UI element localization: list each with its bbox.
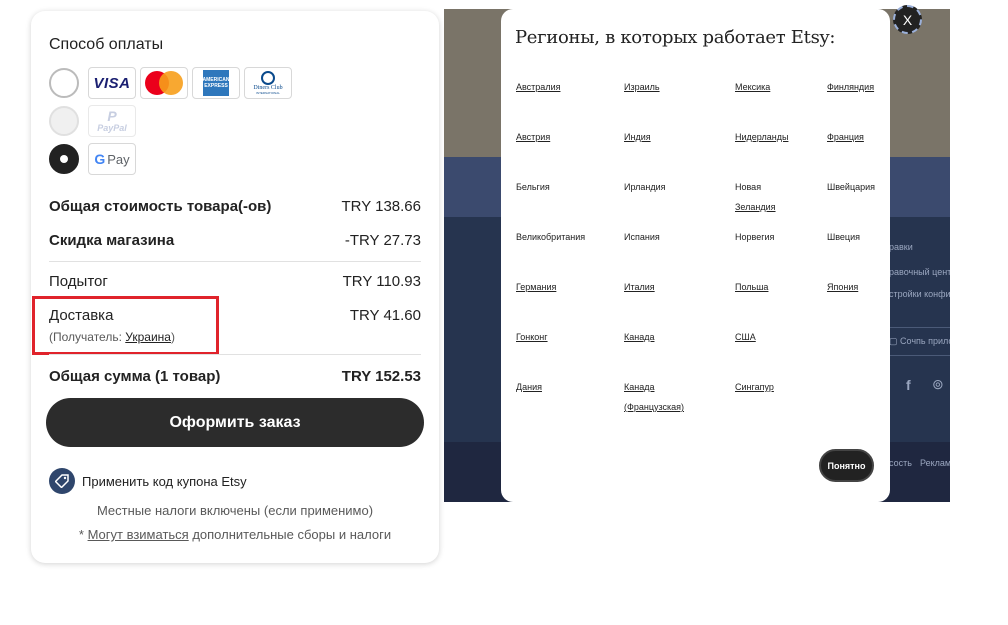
region-item: Норвегия	[735, 232, 775, 242]
subtotal-label: Подытог	[49, 273, 108, 290]
region-item: Испания	[624, 232, 660, 242]
region-item[interactable]: Канада	[624, 327, 654, 347]
subtotal-row: Подытог TRY 110.93	[49, 273, 421, 290]
coupon-label: Применить код купона Etsy	[82, 473, 247, 489]
region-item[interactable]: Дания	[516, 377, 542, 397]
payment-method-title: Способ оплаты	[49, 36, 164, 53]
region-item: Бельгия	[516, 182, 550, 192]
google-g-icon: G	[94, 151, 106, 167]
checkout-button[interactable]: Оформить заказ	[46, 398, 424, 447]
grand-total-value: TRY 152.53	[341, 368, 421, 385]
discount-value: -TRY 27.73	[344, 232, 421, 249]
bg-text: равки	[889, 242, 913, 252]
regions-modal: Регионы, в которых работает Etsy: Австра…	[501, 9, 890, 502]
close-icon: X	[902, 11, 913, 28]
items-total-row: Общая стоимость товара(-ов) TRY 138.66	[49, 198, 421, 215]
amex-logo: AMERICAN EXPRESS	[192, 67, 240, 99]
grand-total-label: Общая сумма (1 товар)	[49, 368, 221, 385]
subtotal-value: TRY 110.93	[342, 273, 421, 290]
items-total-value: TRY 138.66	[341, 198, 421, 215]
region-item: Швеция	[827, 232, 860, 242]
region-item[interactable]: Германия	[516, 277, 556, 297]
checkout-summary-card: Способ оплаты VISA AMERICAN EXPRESS Dine…	[31, 11, 439, 563]
card-radio[interactable]	[49, 68, 79, 98]
discount-label: Скидка магазина	[49, 232, 175, 249]
gpay-radio[interactable]	[49, 144, 79, 174]
region-item[interactable]: Мексика	[735, 77, 770, 97]
bg-footer-text: сость	[889, 458, 912, 468]
shop-discount-row: Скидка магазина -TRY 27.73	[49, 232, 421, 249]
fees-star: *	[78, 527, 88, 542]
modal-title: Регионы, в которых работает Etsy:	[515, 27, 836, 48]
fees-link[interactable]: Могут взиматься	[88, 527, 189, 542]
region-item[interactable]: Япония	[827, 277, 858, 297]
grand-total-row: Общая сумма (1 товар) TRY 152.53	[49, 368, 421, 385]
bg-cookie: ▢ Сочпь прило	[889, 336, 950, 346]
region-item[interactable]: Австралия	[516, 77, 560, 97]
region-item[interactable]: Израиль	[624, 77, 660, 97]
region-item[interactable]: Франция	[827, 127, 864, 147]
ok-button[interactable]: Понятно	[819, 449, 874, 482]
gpay-text: Pay	[107, 151, 130, 167]
pinterest-icon: ⊚	[932, 376, 944, 392]
region-item[interactable]: Сингапур	[735, 377, 774, 397]
region-item[interactable]: Новая Зеландия	[735, 177, 776, 217]
payment-option-card[interactable]: VISA AMERICAN EXPRESS Diners Club INTERN…	[49, 67, 292, 99]
bg-footer-text: Реклама на	[920, 458, 950, 468]
region-item[interactable]: Гонконг	[516, 327, 548, 347]
mastercard-logo	[140, 67, 188, 99]
close-modal-button[interactable]: X	[893, 5, 922, 34]
paypal-logo: P PayPal	[88, 105, 136, 137]
diners-sub-text: INTERNATIONAL	[256, 91, 280, 95]
region-item[interactable]: Индия	[624, 127, 651, 147]
apply-coupon-button[interactable]: Применить код купона Etsy	[49, 468, 247, 494]
region-item[interactable]: Австрия	[516, 127, 550, 147]
payment-option-gpay[interactable]: G Pay	[49, 143, 136, 175]
shipping-value: TRY 41.60	[349, 307, 421, 324]
facebook-icon: f	[906, 377, 911, 393]
visa-text: VISA	[93, 74, 131, 92]
tax-note: Местные налоги включены (если применимо)	[96, 503, 374, 518]
region-item: Швейцария	[827, 182, 876, 192]
fees-rest: дополнительные сборы и налоги	[188, 527, 392, 542]
fees-note: * Могут взиматься дополнительные сборы и…	[31, 527, 439, 542]
amex-bottom-text: EXPRESS	[204, 83, 228, 89]
region-item[interactable]: США	[735, 327, 756, 347]
divider	[49, 354, 421, 355]
region-item[interactable]: Финляндия	[827, 77, 874, 97]
tag-icon	[49, 468, 75, 494]
region-item: Великобритания	[516, 232, 586, 242]
payment-option-paypal: P PayPal	[49, 105, 136, 137]
divider	[49, 261, 421, 262]
diners-club-logo: Diners Club INTERNATIONAL	[244, 67, 292, 99]
google-pay-logo: G Pay	[88, 143, 136, 175]
region-item[interactable]: Польша	[735, 277, 768, 297]
paypal-radio	[49, 106, 79, 136]
region-item[interactable]: Италия	[624, 277, 655, 297]
highlight-box	[32, 296, 219, 355]
paypal-text: PayPal	[97, 123, 127, 133]
region-item: Ирландия	[624, 182, 666, 192]
items-total-label: Общая стоимость товара(-ов)	[49, 198, 272, 215]
region-item[interactable]: Канада (Французская)	[624, 377, 684, 417]
visa-logo: VISA	[88, 67, 136, 99]
bg-text: стройки конфиден	[889, 289, 950, 299]
region-item[interactable]: Нидерланды	[735, 127, 788, 147]
bg-text: равочный центр	[889, 267, 950, 277]
